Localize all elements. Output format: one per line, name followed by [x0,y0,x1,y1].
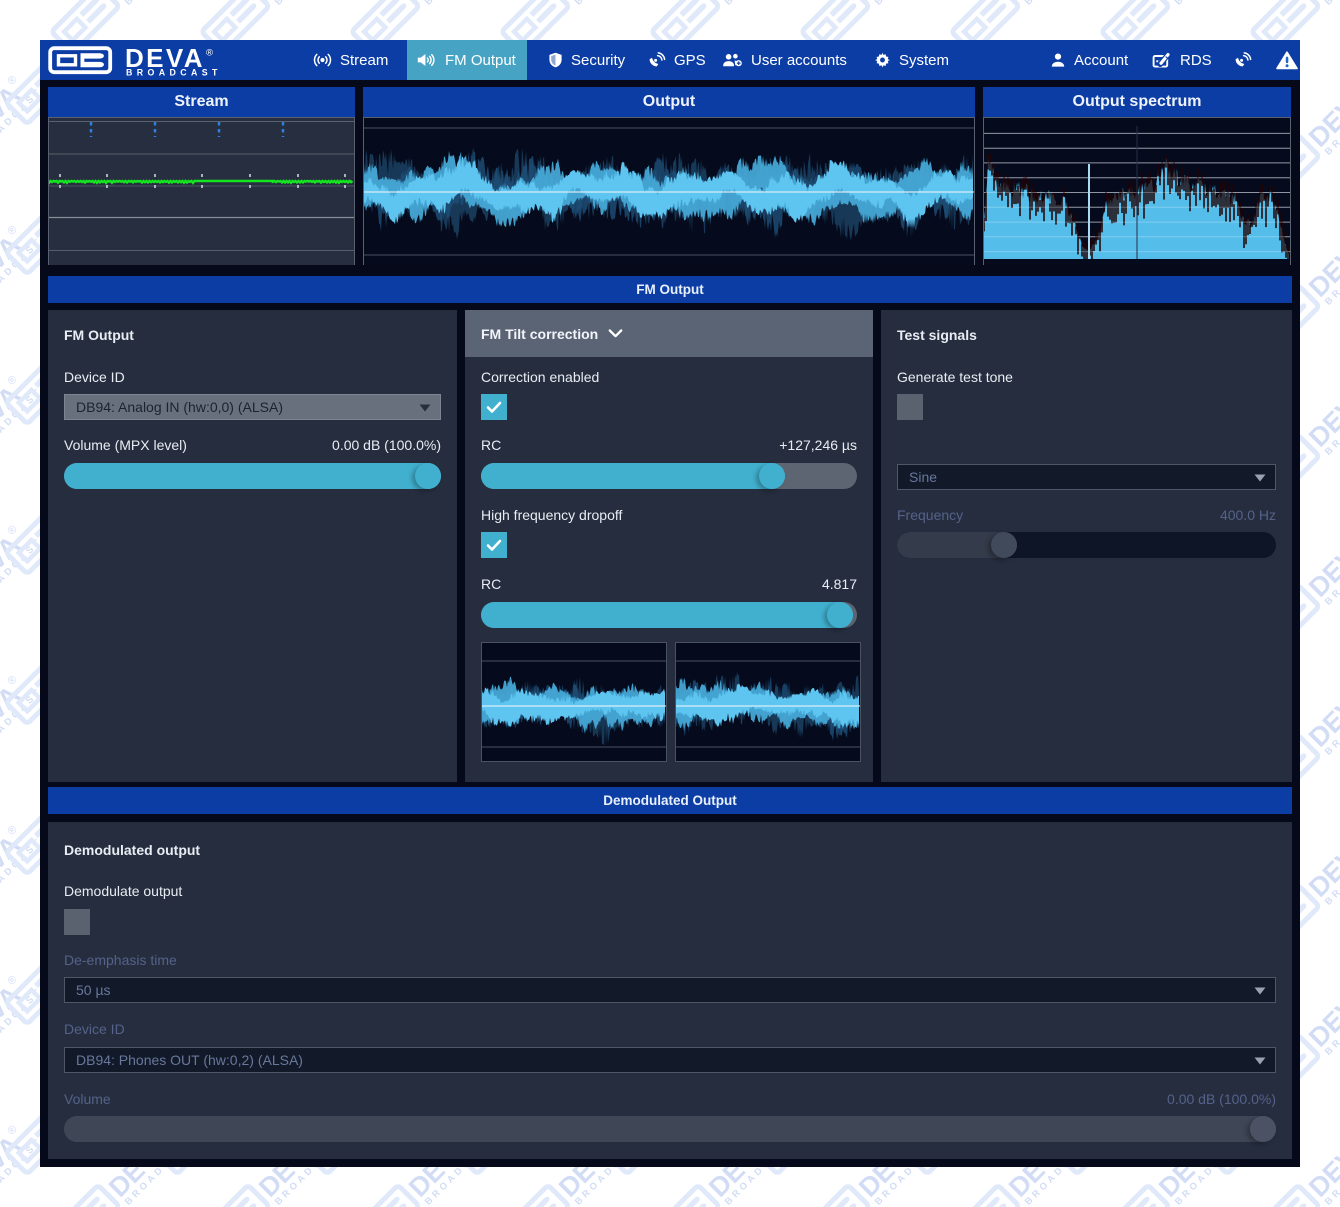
svg-text:BROADCAST: BROADCAST [126,68,222,78]
svg-text:®: ® [206,48,213,59]
